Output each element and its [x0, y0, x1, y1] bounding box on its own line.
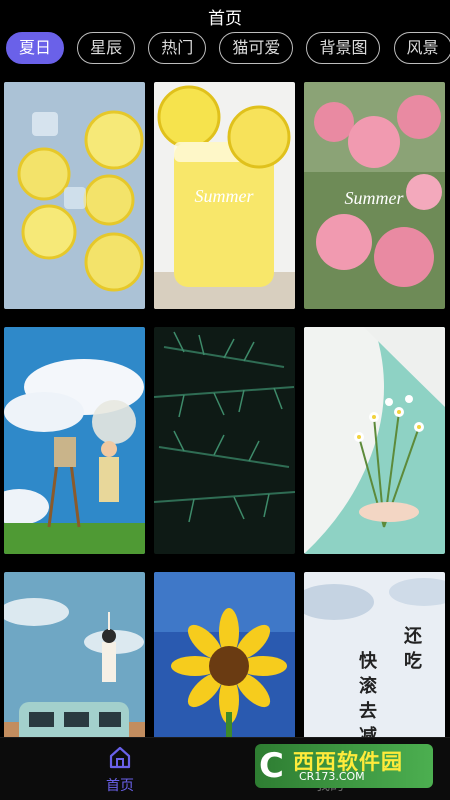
card-text: Summer	[345, 188, 405, 208]
watermark-logo: C 西西软件园 CR173.COM	[255, 744, 433, 788]
nav-home[interactable]: 首页	[80, 744, 160, 795]
page-title: 首页	[208, 9, 242, 29]
card-text-char: 快	[359, 650, 378, 672]
tab-stars[interactable]: 星辰	[77, 32, 136, 64]
tab-scenery[interactable]: 风景	[393, 32, 450, 64]
wallpaper-lemonade-jar[interactable]: Summer	[154, 82, 295, 309]
category-tabs: 夏日 星辰 热门 猫可爱 背景图 风景	[6, 32, 450, 66]
wallpaper-text-sky[interactable]: 还 吃 快 滚 去 减	[304, 572, 445, 738]
wallpaper-anime-painter[interactable]	[4, 327, 145, 554]
wallpaper-anime-girl-van[interactable]	[4, 572, 145, 738]
watermark-c-logo: C	[259, 746, 284, 786]
tab-cute-cats[interactable]: 猫可爱	[219, 32, 294, 64]
card-text-char: 还	[403, 626, 423, 647]
card-text: Summer	[195, 186, 255, 206]
tab-summer[interactable]: 夏日	[6, 32, 65, 64]
card-text-char: 去	[359, 700, 377, 722]
card-text-char: 吃	[404, 650, 422, 672]
watermark-url: CR173.COM	[299, 770, 365, 783]
nav-home-label: 首页	[106, 778, 134, 794]
home-icon	[109, 746, 131, 769]
card-text-char: 滚	[359, 675, 378, 697]
wallpaper-sunflower[interactable]	[154, 572, 295, 738]
wallpaper-pine-branches[interactable]	[154, 327, 295, 554]
tab-hot[interactable]: 热门	[148, 32, 207, 64]
wallpaper-daisy-bouquet[interactable]	[304, 327, 445, 554]
top-bar: 首页	[0, 0, 450, 30]
wallpaper-lemon-ice[interactable]	[4, 82, 145, 309]
wallpaper-pink-flowers[interactable]: Summer	[304, 82, 445, 309]
tab-backgrounds[interactable]: 背景图	[306, 32, 381, 64]
wallpaper-grid: Summer Summer 还 吃 快 滚 去 减	[4, 82, 446, 738]
